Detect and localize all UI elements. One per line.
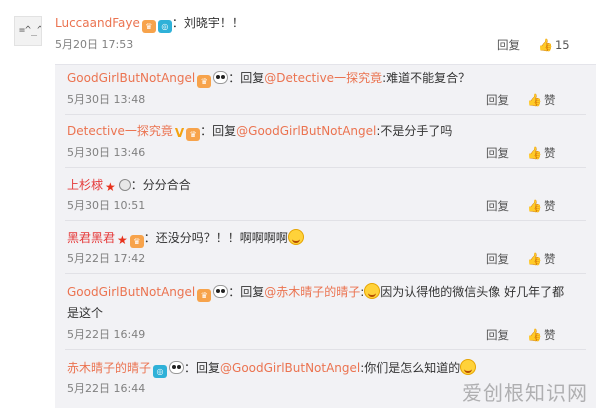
verified-v-icon[interactable]: V (175, 126, 184, 140)
like-label: 赞 (543, 328, 556, 342)
reply-button[interactable]: 回复 (486, 93, 509, 107)
like-count: 15 (554, 38, 570, 52)
mention-link[interactable]: @GoodGirlButNotAngel (236, 124, 376, 138)
vip-badge-icon[interactable]: ♛ (197, 75, 212, 88)
like-button[interactable]: 👍 赞 (527, 93, 555, 107)
reply-prefix: ：回复 (184, 361, 221, 375)
divider (65, 167, 586, 168)
thumbs-up-icon: 👍 (527, 328, 542, 342)
reply-text: :不是分手了吗 (376, 124, 453, 138)
username[interactable]: LuccaandFaye (55, 16, 140, 30)
thumbs-up-icon: 👍 (527, 146, 542, 160)
reply-prefix: ：回复 (228, 71, 265, 85)
reply-username[interactable]: 上杉梂 (67, 178, 103, 192)
reply-button[interactable]: 回复 (486, 252, 509, 266)
reply-username[interactable]: GoodGirlButNotAngel (67, 285, 195, 299)
reply-list: GoodGirlButNotAngel ♛ ：回复@Detective一探究竟:难道… (55, 64, 596, 408)
reply-actions: 回复 👍 赞 (486, 199, 555, 213)
divider (65, 349, 586, 350)
reply-line: GoodGirlButNotAngel ♛ ：回复@Detective一探究竟:难道… (67, 70, 470, 88)
thumbs-up-icon: 👍 (527, 252, 542, 266)
reply-line: 黑君黑君 ★ ♛ ：还没分吗？！！啊啊啊啊 (67, 229, 304, 248)
reply-line: Detective一探究竟 V ♛ ：回复@GoodGirlButNotAngel:不… (67, 123, 452, 141)
panda-icon[interactable] (213, 285, 229, 298)
like-label: 赞 (543, 199, 556, 213)
reply-actions: 回复 👍 赞 (486, 328, 555, 342)
reply-text: :难道不能复合？ (382, 71, 471, 85)
reply-actions: 回复 👍 赞 (486, 146, 555, 160)
reply-text-cont: 因为认得他的微信头像 好几年了都 (380, 285, 565, 299)
comment-actions: 回复 👍 15 (497, 38, 570, 52)
timestamp: 5月22日 16:49 (67, 328, 146, 341)
timestamp: 5月20日 17:53 (55, 38, 134, 51)
reply-actions: 回复 👍 赞 (486, 93, 555, 107)
camera-badge-icon[interactable]: ◎ (157, 20, 172, 33)
star-icon[interactable]: ★ (105, 180, 116, 194)
like-button[interactable]: 👍 赞 (527, 199, 555, 213)
divider (65, 220, 586, 221)
reply-text-wrap: 是这个 (67, 306, 104, 320)
reply-line: 上杉梂 ★ ：分分合合 (67, 177, 191, 194)
reply-username[interactable]: 赤木晴子的晴子 (67, 361, 151, 375)
reply-prefix: ：回复 (200, 124, 237, 138)
reply-text: ：分分合合 (130, 178, 191, 192)
camera-badge-icon[interactable]: ◎ (153, 365, 168, 378)
like-button[interactable]: 👍 15 (538, 38, 570, 52)
timestamp: 5月30日 13:46 (67, 146, 146, 159)
reply-button[interactable]: 回复 (497, 38, 520, 52)
reply-line-wrap: 是这个 (67, 305, 103, 321)
vip-badge-icon[interactable]: ♛ (129, 235, 144, 248)
timestamp: 5月30日 10:51 (67, 199, 146, 212)
reply-button[interactable]: 回复 (486, 146, 509, 160)
reply-actions: 回复 👍 赞 (486, 252, 555, 266)
main-comment: =^_^ LuccaandFaye ♛ ◎ ：刘晓宇！！ 5月20日 17:53 回复… (0, 0, 596, 64)
reply-username[interactable]: Detective一探究竟 (67, 124, 173, 138)
reply-text: :你们是怎么知道的 (360, 361, 461, 375)
timestamp: 5月22日 17:42 (67, 252, 146, 265)
comment-text: ：刘晓宇！！ (171, 16, 244, 30)
reply-line: 赤木晴子的晴子 ◎ ：回复@GoodGirlButNotAngel:你们是怎么知道的 (67, 359, 477, 378)
avatar-face-icon: =^_^ (19, 25, 42, 36)
vip-badge-icon[interactable]: ♛ (186, 128, 201, 141)
grin-emoji-icon (460, 359, 477, 375)
reply-button[interactable]: 回复 (486, 199, 509, 213)
thumbs-up-icon: 👍 (527, 199, 542, 213)
watermark: 爱创根知识网 (462, 381, 588, 405)
surprised-emoji-icon (287, 229, 304, 245)
divider (65, 114, 586, 115)
mention-link[interactable]: @GoodGirlButNotAngel (220, 361, 360, 375)
timestamp: 5月22日 16:44 (67, 382, 146, 395)
reply-prefix: ：回复 (228, 285, 265, 299)
comment-line: LuccaandFaye ♛ ◎ ：刘晓宇！！ (55, 15, 244, 33)
reply-button[interactable]: 回复 (486, 328, 509, 342)
like-label: 赞 (543, 252, 556, 266)
vip-badge-icon[interactable]: ♛ (197, 289, 212, 302)
like-button[interactable]: 👍 赞 (527, 146, 555, 160)
vip-badge-icon[interactable]: ♛ (141, 20, 156, 33)
mention-link[interactable]: @赤木晴子的晴子 (264, 285, 360, 299)
thumbs-up-icon: 👍 (538, 38, 553, 52)
mention-link[interactable]: @Detective一探究竟 (264, 71, 382, 85)
grin-emoji-icon (364, 283, 381, 299)
reply-text: ：还没分吗？！！啊啊啊啊 (143, 231, 288, 245)
divider (65, 273, 586, 274)
avatar[interactable]: =^_^ (14, 16, 42, 46)
like-label: 赞 (543, 146, 556, 160)
thumbs-up-icon: 👍 (527, 93, 542, 107)
like-button[interactable]: 👍 赞 (527, 328, 555, 342)
medal-icon[interactable] (118, 179, 131, 191)
panda-icon[interactable] (169, 361, 185, 374)
panda-icon[interactable] (213, 71, 229, 84)
reply-line: GoodGirlButNotAngel ♛ ：回复@赤木晴子的晴子: 因为认得他的微信… (67, 283, 564, 302)
timestamp: 5月30日 13:48 (67, 93, 146, 106)
star-icon[interactable]: ★ (117, 233, 128, 247)
like-label: 赞 (543, 93, 556, 107)
like-button[interactable]: 👍 赞 (527, 252, 555, 266)
reply-username[interactable]: GoodGirlButNotAngel (67, 71, 195, 85)
reply-username[interactable]: 黑君黑君 (67, 231, 115, 245)
